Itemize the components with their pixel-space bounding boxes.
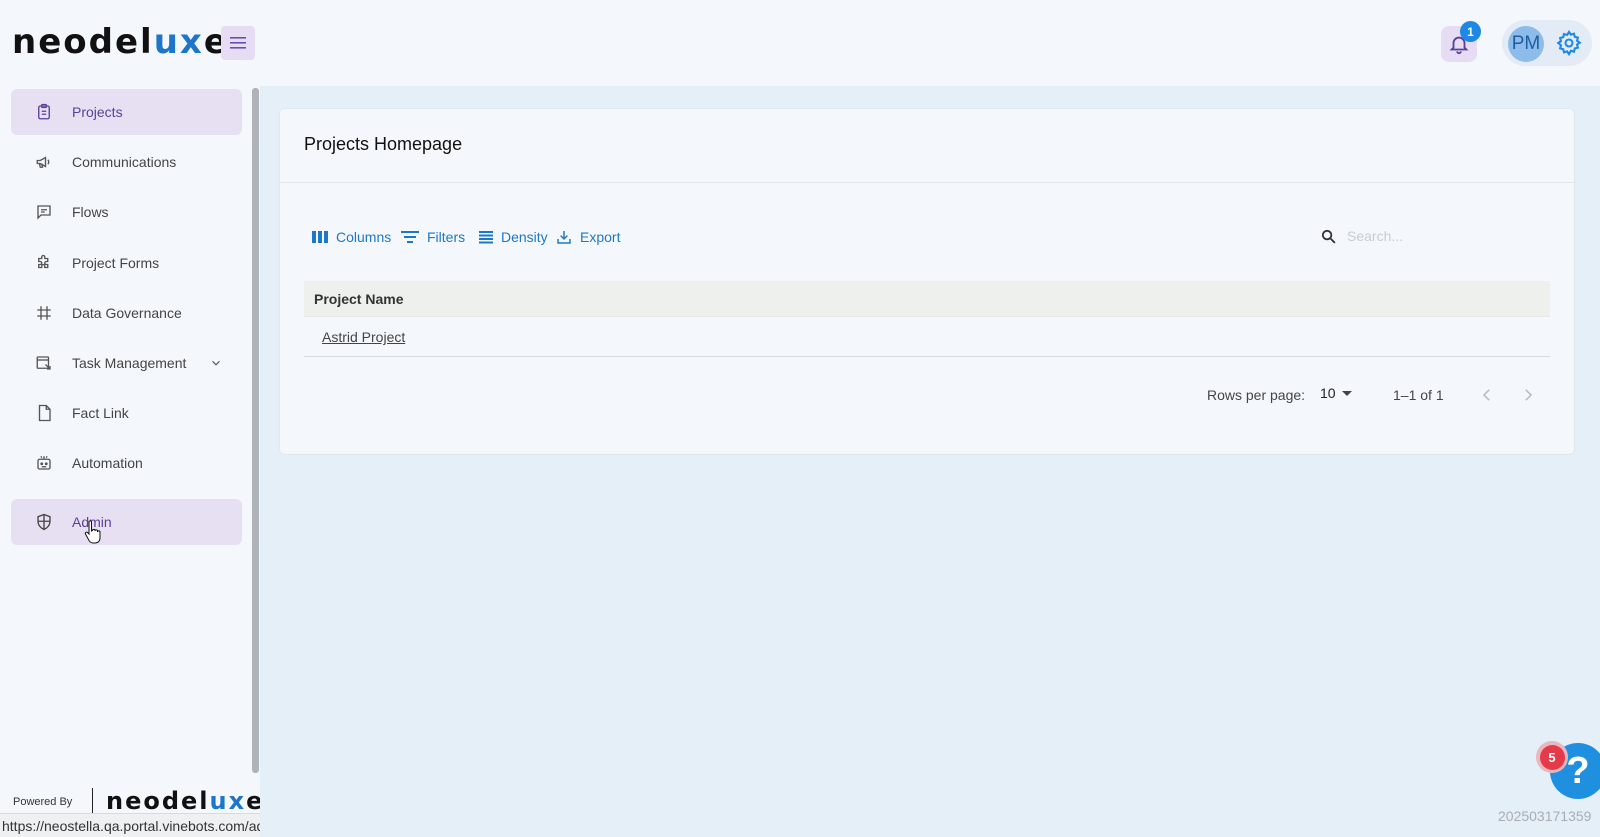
sidebar-item-automation[interactable]: Automation <box>11 440 242 486</box>
megaphone-icon <box>36 156 50 168</box>
message-icon <box>37 205 51 220</box>
sidebar-item-fact-link[interactable]: Fact Link <box>11 390 242 436</box>
sidebar-item-label: Automation <box>72 455 143 471</box>
sidebar-item-task-management[interactable]: Task Management <box>11 340 242 386</box>
download-icon <box>557 231 571 244</box>
page-title: Projects Homepage <box>304 134 463 154</box>
sidebar-scrollbar[interactable] <box>252 88 259 773</box>
sidebar-item-label: Flows <box>72 204 109 220</box>
sidebar-item-label: Project Forms <box>72 255 160 271</box>
gear-icon[interactable] <box>1555 29 1583 57</box>
avatar[interactable]: PM <box>1508 26 1544 62</box>
sidebar-item-projects[interactable]: Projects <box>11 89 242 135</box>
puzzle-icon <box>38 254 49 269</box>
sidebar-item-flows[interactable]: Flows <box>11 189 242 235</box>
card-divider <box>279 182 1575 183</box>
sidebar-item-admin[interactable]: Admin <box>11 499 242 545</box>
chevron-down-icon[interactable] <box>209 356 223 370</box>
powered-by-label: Powered By <box>13 796 73 808</box>
app-logo[interactable]: neodeluxeTM <box>12 22 239 62</box>
pagination-range: 1–1 of 1 <box>1393 387 1444 403</box>
sidebar-item-label: Task Management <box>72 355 187 371</box>
sidebar-item-data-governance[interactable]: Data Governance <box>11 290 242 336</box>
menu-toggle-button[interactable] <box>221 26 255 60</box>
shield-icon <box>37 513 51 531</box>
filters-button[interactable]: Filters <box>401 226 465 248</box>
rows-per-page-label: Rows per page: <box>1207 387 1306 403</box>
table-row[interactable]: Astrid Project <box>304 318 1550 357</box>
sidebar-item-label: Projects <box>72 104 123 120</box>
table-header: Project Name <box>304 281 1550 317</box>
clipboard-icon <box>38 103 50 120</box>
sidebar-item-label: Communications <box>72 154 177 170</box>
sidebar-item-communications[interactable]: Communications <box>11 139 242 185</box>
export-button[interactable]: Export <box>556 226 620 248</box>
sidebar-item-label: Data Governance <box>72 305 182 321</box>
grid-icon <box>37 306 51 320</box>
notification-badge: 1 <box>1460 21 1481 42</box>
powered-divider <box>92 788 93 816</box>
hamburger-icon <box>230 37 246 49</box>
density-button[interactable]: Density <box>479 226 548 248</box>
filter-icon <box>401 231 419 243</box>
build-id: 202503171359 <box>1498 808 1592 824</box>
sidebar-item-label: Fact Link <box>72 405 129 421</box>
powered-by-logo: neodeluxeTM <box>106 787 273 815</box>
hand-cursor-icon <box>84 520 101 544</box>
chevron-left-icon[interactable] <box>1478 386 1496 404</box>
caret-down-icon <box>1341 391 1352 396</box>
search-input[interactable] <box>1347 228 1507 244</box>
density-icon <box>479 231 493 244</box>
search-box[interactable] <box>1320 224 1520 248</box>
search-icon <box>1321 229 1336 244</box>
columns-icon <box>312 231 328 243</box>
task-icon <box>36 356 51 370</box>
project-link[interactable]: Astrid Project <box>322 329 405 345</box>
column-header-project-name[interactable]: Project Name <box>314 291 403 307</box>
question-icon: ? <box>1566 749 1590 792</box>
columns-button[interactable]: Columns <box>312 226 391 248</box>
robot-icon <box>37 455 51 470</box>
help-badge: 5 <box>1536 741 1568 773</box>
rows-per-page-select[interactable]: 10 <box>1320 385 1356 401</box>
file-icon <box>38 404 51 422</box>
chevron-right-icon[interactable] <box>1519 386 1537 404</box>
sidebar-item-project-forms[interactable]: Project Forms <box>11 240 242 286</box>
